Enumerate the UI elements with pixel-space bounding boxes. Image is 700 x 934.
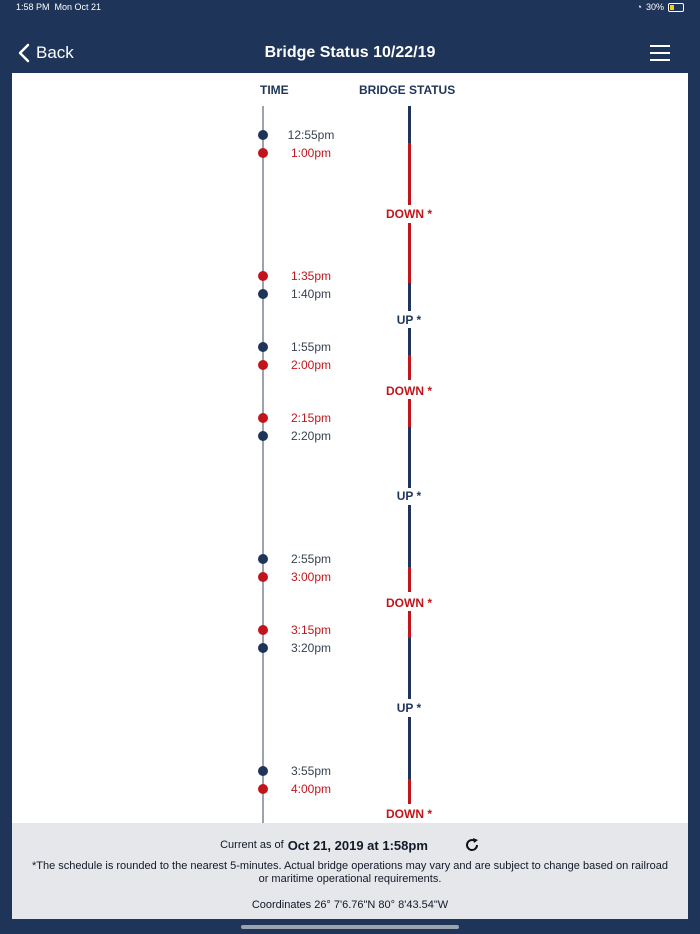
time-column-header: TIME	[260, 83, 289, 97]
footer: Current as of Oct 21, 2019 at 1:58pm *Th…	[12, 823, 688, 919]
coordinates: Coordinates 26° 7'6.76"N 80° 8'43.54"W	[251, 899, 449, 911]
battery-percent: 30%	[645, 2, 664, 12]
status-column-header: BRIDGE STATUS	[359, 83, 456, 97]
status-segment	[408, 328, 411, 355]
event-dot	[258, 289, 268, 299]
status-segment	[408, 779, 411, 804]
disclaimer: *The schedule is rounded to the nearest …	[32, 860, 668, 885]
status-segment	[408, 611, 411, 638]
event-dot	[258, 766, 268, 776]
current-as-of: Current as of Oct 21, 2019 at 1:58pm	[12, 837, 688, 853]
event-time: 1:40pm	[290, 287, 332, 301]
event-time: 3:20pm	[290, 641, 332, 655]
status-label-up: UP *	[396, 701, 422, 715]
current-value: Oct 21, 2019 at 1:58pm	[287, 837, 428, 853]
status-label-down: DOWN *	[386, 207, 432, 221]
event-dot	[258, 130, 268, 140]
status-segment	[408, 567, 411, 592]
event-dot	[258, 554, 268, 564]
status-segment	[408, 106, 411, 143]
schedule-panel: TIME BRIDGE STATUS 12:55pm 1:00pm 1:35pm 1:…	[12, 73, 688, 823]
event-time: 12:55pm	[287, 128, 335, 142]
status-time: 1:58 PM Mon Oct 21	[16, 2, 102, 12]
event-dot	[258, 572, 268, 582]
page-title: Bridge Status 10/22/19	[264, 44, 436, 61]
status-label-up: UP *	[396, 313, 422, 327]
event-time: 3:00pm	[290, 570, 332, 584]
event-time: 1:00pm	[290, 146, 332, 160]
status-segment	[408, 638, 411, 699]
status-segment	[408, 355, 411, 380]
event-time: 1:35pm	[290, 269, 332, 283]
event-time: 2:15pm	[290, 411, 332, 425]
menu-icon[interactable]	[650, 45, 670, 61]
event-dot	[258, 643, 268, 653]
home-indicator[interactable]	[241, 925, 459, 929]
event-dot	[258, 271, 268, 281]
event-dot	[258, 625, 268, 635]
event-dot	[258, 148, 268, 158]
event-time: 3:55pm	[290, 764, 332, 778]
timeline-line	[262, 106, 264, 823]
event-dot	[258, 431, 268, 441]
event-dot	[258, 360, 268, 370]
status-right: ◔ 30%	[637, 2, 684, 12]
event-time: 2:00pm	[290, 358, 332, 372]
event-dot	[258, 342, 268, 352]
event-time: 2:20pm	[290, 429, 332, 443]
event-time: 4:00pm	[290, 782, 332, 796]
status-segment	[408, 505, 411, 567]
status-segment	[408, 427, 411, 488]
status-bar: 1:58 PM Mon Oct 21 ◔ 30%	[0, 0, 700, 14]
status-label-down: DOWN *	[386, 596, 432, 610]
event-dot	[258, 784, 268, 794]
current-prefix: Current as of	[220, 839, 284, 851]
wifi-icon: ◔	[636, 2, 642, 12]
status-segment	[408, 399, 411, 427]
event-time: 3:15pm	[290, 623, 332, 637]
event-dot	[258, 413, 268, 423]
nav-bar: Back Bridge Status 10/22/19	[0, 14, 700, 73]
event-time: 2:55pm	[290, 552, 332, 566]
status-segment	[408, 223, 411, 283]
battery-icon	[668, 2, 684, 12]
status-segment	[408, 717, 411, 779]
status-label-up: UP *	[396, 489, 422, 503]
event-time: 1:55pm	[290, 340, 332, 354]
status-label-down: DOWN *	[386, 807, 432, 821]
status-segment	[408, 283, 411, 311]
refresh-icon[interactable]	[464, 837, 480, 853]
status-segment	[408, 143, 411, 205]
status-label-down: DOWN *	[386, 384, 432, 398]
